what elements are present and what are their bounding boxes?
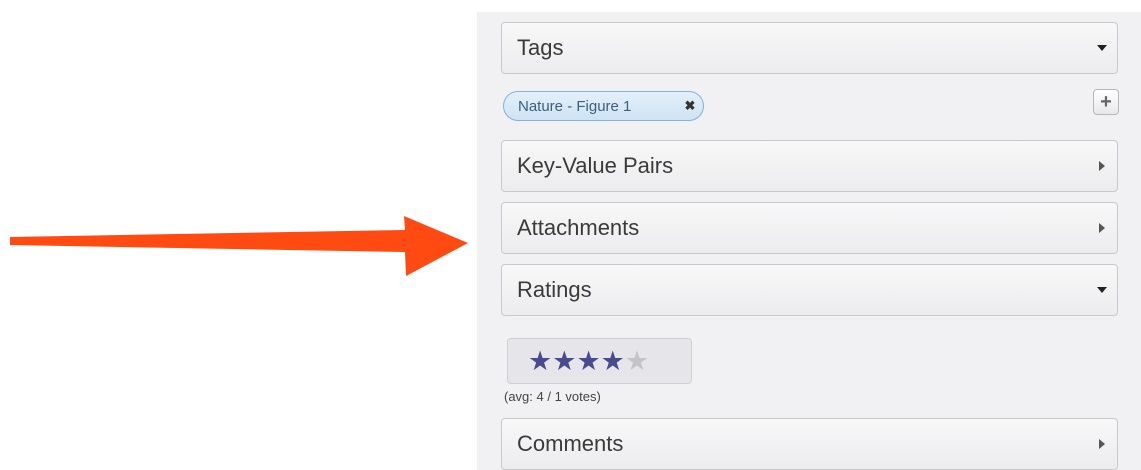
tags-section-header[interactable]: Tags (501, 22, 1118, 74)
star-icon[interactable]: ★ (552, 347, 576, 375)
add-tag-button[interactable]: + (1093, 89, 1119, 115)
rating-average-text: (avg: 4 / 1 votes) (504, 389, 601, 404)
key-value-pairs-section-header[interactable]: Key-Value Pairs (501, 140, 1118, 192)
key-value-pairs-section-label: Key-Value Pairs (517, 153, 674, 178)
star-icon[interactable]: ★ (576, 347, 600, 375)
chevron-right-icon (1087, 161, 1117, 171)
close-icon[interactable]: ✖ (677, 98, 703, 114)
tag-chip-label: Nature - Figure 1 (518, 97, 632, 115)
chevron-right-icon (1087, 439, 1117, 449)
star-icon[interactable]: ★ (625, 347, 649, 375)
comments-section-label: Comments (517, 431, 624, 456)
star-icon[interactable]: ★ (601, 347, 625, 375)
comments-section-header[interactable]: Comments (501, 418, 1118, 470)
ratings-section-label: Ratings (517, 277, 592, 302)
metadata-panel: Tags Nature - Figure 1 ✖ + Key-Value Pai… (477, 12, 1141, 470)
ratings-section-header[interactable]: Ratings (501, 264, 1118, 316)
chevron-down-icon (1087, 287, 1117, 293)
star-icon[interactable]: ★ (528, 347, 552, 375)
tags-section-label: Tags (517, 35, 564, 60)
plus-icon: + (1100, 90, 1112, 113)
chevron-right-icon (1087, 223, 1117, 233)
annotation-arrow (10, 216, 468, 276)
attachments-section-header[interactable]: Attachments (501, 202, 1118, 254)
attachments-section-label: Attachments (517, 215, 640, 240)
chevron-down-icon (1087, 45, 1117, 51)
star-rating: ★ ★ ★ ★ ★ (507, 338, 692, 384)
tag-chip: Nature - Figure 1 ✖ (503, 91, 704, 121)
